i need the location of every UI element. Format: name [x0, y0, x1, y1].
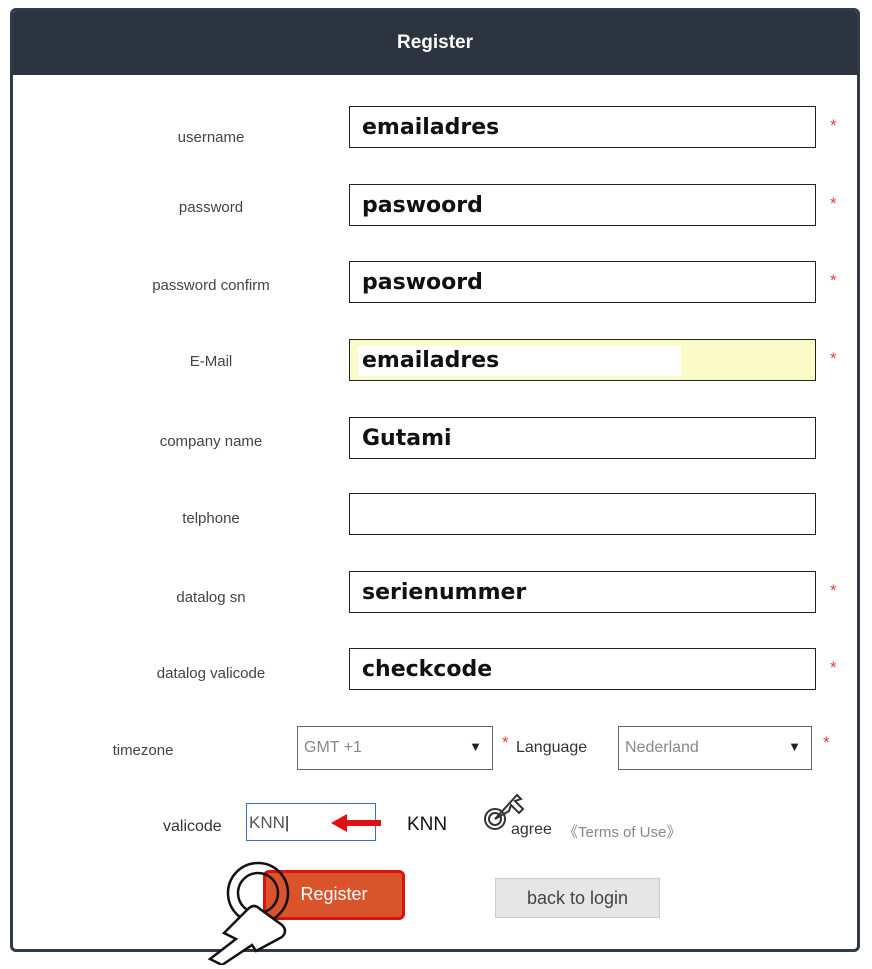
datalog-sn-label: datalog sn — [176, 589, 246, 606]
email-value: emailadres — [362, 348, 500, 373]
required-mark: * — [830, 658, 837, 677]
terms-of-use-link[interactable]: 《Terms of Use》 — [563, 821, 681, 842]
register-button-label: Register — [300, 884, 368, 904]
select-arrow-icon: ▼ — [788, 739, 801, 754]
tap-hand-icon — [207, 861, 290, 965]
company-name-label: company name — [159, 433, 263, 450]
captcha-image[interactable]: KNN — [381, 804, 473, 846]
required-mark: * — [823, 733, 830, 752]
company-name-field[interactable]: Gutami — [349, 417, 816, 459]
password-label: password — [178, 199, 244, 216]
datalog-valicode-field[interactable]: checkcode — [349, 648, 816, 690]
datalog-valicode-value: checkcode — [362, 657, 493, 682]
required-mark: * — [830, 194, 837, 213]
email-field[interactable]: emailadres — [349, 339, 816, 381]
register-panel: Register username emailadres * password … — [10, 8, 860, 952]
agree-checkbox-label[interactable]: agree — [511, 821, 552, 839]
language-label: Language — [516, 739, 587, 757]
password-confirm-label: password confirm — [152, 277, 270, 294]
password-value: paswoord — [362, 193, 483, 218]
datalog-sn-value: serienummer — [362, 580, 527, 605]
required-mark: * — [830, 581, 837, 600]
required-mark: * — [830, 271, 837, 290]
select-arrow-icon: ▼ — [469, 739, 482, 754]
password-field[interactable]: paswoord — [349, 184, 816, 226]
required-mark: * — [830, 116, 837, 135]
datalog-sn-field[interactable]: serienummer — [349, 571, 816, 613]
timezone-value: GMT +1 — [304, 739, 362, 756]
language-value: Nederland — [625, 739, 699, 756]
username-value: emailadres — [362, 115, 500, 140]
valicode-label: valicode — [163, 818, 222, 835]
company-name-value: Gutami — [362, 426, 452, 451]
page-title: Register — [13, 11, 857, 75]
language-label-text: Language — [516, 739, 588, 756]
username-label: username — [177, 129, 245, 146]
password-confirm-value: paswoord — [362, 270, 483, 295]
timezone-select[interactable]: GMT +1 ▼ — [297, 726, 493, 770]
password-confirm-field[interactable]: paswoord — [349, 261, 816, 303]
back-to-login-button[interactable]: back to login — [495, 878, 660, 918]
language-select[interactable]: Nederland ▼ — [618, 726, 812, 770]
username-field[interactable]: emailadres — [349, 106, 816, 148]
back-to-login-label: back to login — [526, 888, 629, 908]
timezone-label: timezone — [112, 742, 174, 759]
valicode-value: KNN — [249, 813, 285, 832]
required-mark: * — [830, 349, 837, 368]
datalog-valicode-label: datalog valicode — [156, 665, 266, 682]
required-mark: * — [502, 733, 509, 752]
telephone-label: telphone — [182, 510, 240, 527]
telephone-field[interactable] — [349, 493, 816, 535]
email-label: E-Mail — [189, 353, 233, 370]
